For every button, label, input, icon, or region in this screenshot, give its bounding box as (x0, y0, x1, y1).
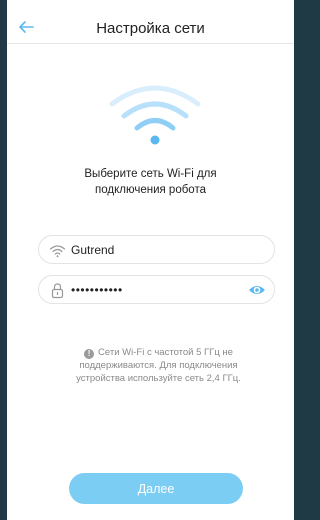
instruction-line-2: подключения робота (95, 184, 206, 196)
header: Настройка сети (7, 0, 294, 44)
warning-line-2: поддерживаются. Для подключения (79, 360, 238, 371)
page-title: Настройка сети (96, 20, 205, 37)
warning-line-1: Сети Wi-Fi с частотой 5 ГГц не (98, 347, 233, 358)
instruction-text: Выберите сеть Wi-Fi для подключения робо… (47, 166, 254, 198)
wifi-ssid-field[interactable] (38, 235, 275, 264)
ssid-input[interactable] (71, 241, 241, 259)
lock-icon (51, 283, 64, 299)
warning-line-3: устройства используйте сеть 2,4 ГГц. (76, 373, 241, 384)
info-icon: ! (84, 349, 95, 359)
eye-icon[interactable] (248, 283, 266, 297)
network-setup-screen: Настройка сети Выберите сеть Wi-Fi для п… (7, 0, 294, 520)
password-input[interactable] (71, 281, 241, 299)
wifi-password-field[interactable] (38, 275, 275, 304)
wifi-icon (49, 245, 66, 258)
frequency-warning: ! Сети Wi-Fi с частотой 5 ГГц не поддержи… (47, 346, 270, 385)
instruction-line-1: Выберите сеть Wi-Fi для (84, 168, 217, 180)
next-button[interactable]: Далее (69, 473, 243, 504)
wifi-signal-icon (109, 85, 201, 145)
